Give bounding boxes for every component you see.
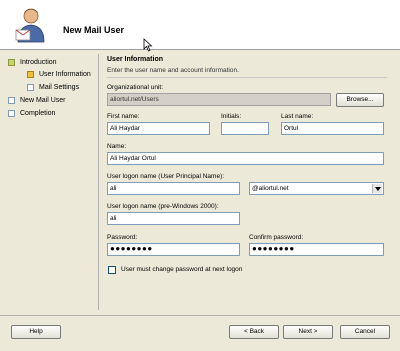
nav-item-new-mail-user[interactable]: New Mail User (8, 94, 66, 106)
upn-domain-select[interactable]: @aliortul.net (249, 182, 384, 195)
wizard-title: New Mail User (63, 25, 125, 35)
next-button[interactable]: Next > (283, 325, 333, 339)
name-input[interactable]: Ali Haydar Ortul (107, 152, 384, 165)
first-name-input[interactable]: Ali Haydar (107, 122, 210, 135)
wizard-header: New Mail User (0, 0, 400, 52)
nav-label: Introduction (20, 58, 57, 66)
help-button[interactable]: Help (11, 325, 61, 339)
upn-label: User logon name (User Principal Name): (107, 173, 225, 180)
section-title: User Information (107, 56, 164, 63)
password-label: Password: (107, 234, 138, 241)
nav-label: Completion (20, 109, 56, 117)
initials-label: Initials: (221, 113, 242, 120)
confirm-password-input[interactable]: ●●●●●●●● (249, 243, 384, 256)
step-pending-icon (8, 96, 15, 104)
section-subtitle: Enter the user name and account informat… (107, 67, 239, 74)
upn-domain-value: @aliortul.net (252, 185, 289, 192)
nav-label: New Mail User (20, 96, 66, 104)
last-name-input[interactable]: Ortul (281, 122, 384, 135)
step-current-icon (27, 70, 34, 78)
browse-button[interactable]: Browse... (336, 93, 384, 107)
footer-divider (0, 315, 400, 316)
confirm-password-label: Confirm password: (249, 234, 304, 241)
nav-item-completion[interactable]: Completion (8, 107, 55, 119)
nav-label: Mail Settings (39, 83, 80, 91)
user-icon (15, 8, 45, 43)
must-change-label: User must change password at next logon (121, 266, 243, 273)
nav-divider (98, 54, 99, 310)
nav-item-introduction[interactable]: Introduction (8, 56, 57, 68)
section-divider (107, 77, 387, 78)
initials-input[interactable] (221, 122, 269, 135)
back-button[interactable]: < Back (229, 325, 279, 339)
upn-input[interactable]: ali (107, 182, 240, 195)
org-unit-field: aliortul.net/Users (107, 93, 331, 106)
nav-label: User Information (39, 70, 91, 78)
chevron-down-icon[interactable] (372, 184, 382, 193)
pre2000-input[interactable]: ali (107, 212, 240, 225)
pre2000-label: User logon name (pre-Windows 2000): (107, 203, 219, 210)
password-input[interactable]: ●●●●●●●● (107, 243, 240, 256)
step-complete-icon (8, 58, 15, 66)
cancel-button[interactable]: Cancel (340, 325, 390, 339)
must-change-checkbox[interactable] (108, 266, 116, 274)
step-pending-icon (27, 83, 34, 91)
name-label: Name: (107, 143, 127, 150)
step-pending-icon (8, 109, 15, 117)
org-unit-label: Organizational unit: (107, 84, 164, 91)
last-name-label: Last name: (281, 113, 314, 120)
nav-item-mail-settings[interactable]: Mail Settings (27, 81, 79, 93)
nav-item-user-information[interactable]: User Information (27, 68, 91, 80)
first-name-label: First name: (107, 113, 140, 120)
mouse-cursor-icon (143, 38, 153, 52)
